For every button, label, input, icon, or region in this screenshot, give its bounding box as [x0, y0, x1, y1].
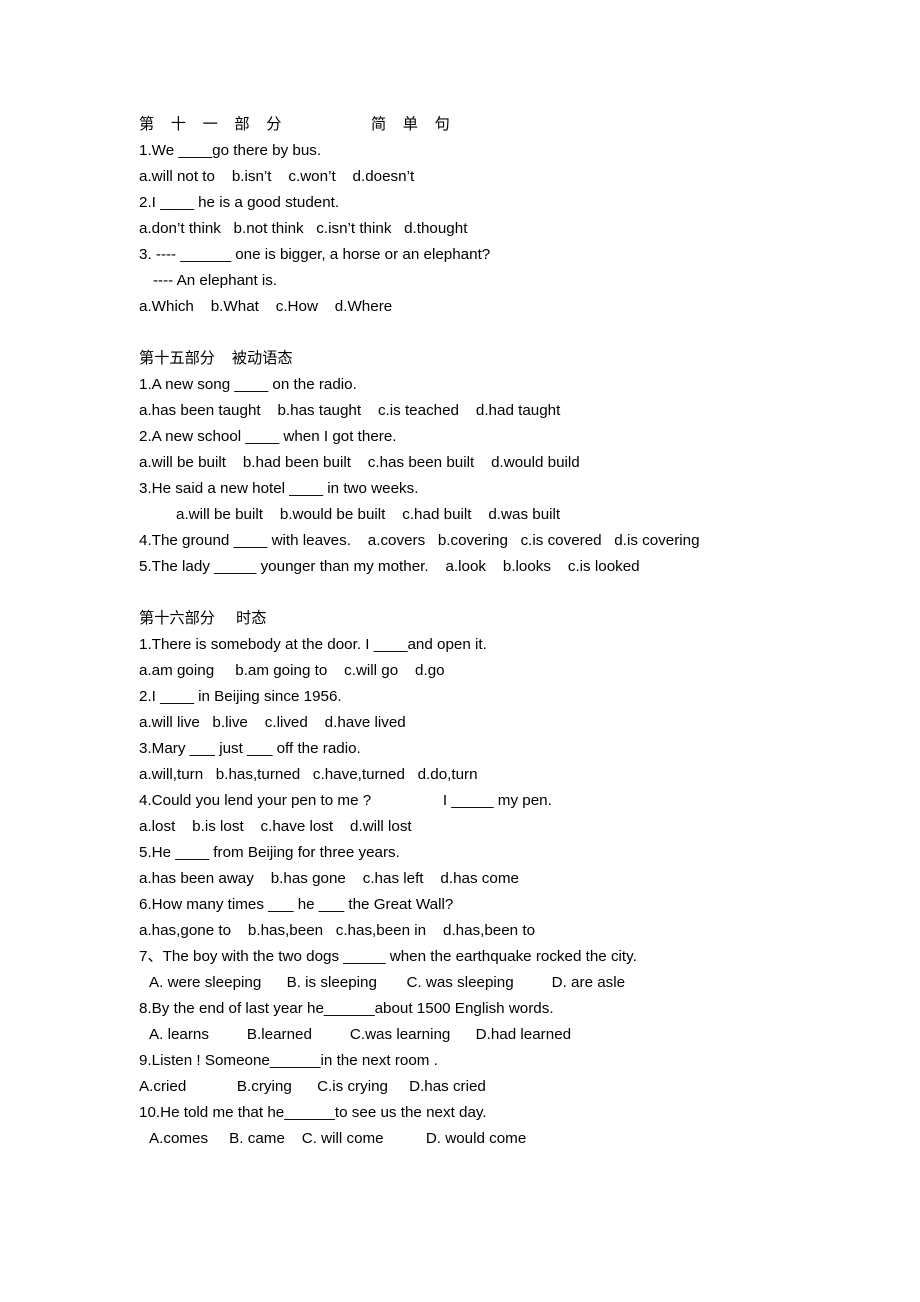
question-line: 1.A new song ____ on the radio. [139, 376, 357, 393]
question-line: a.will,turn b.has,turned c.have,turned d… [139, 766, 478, 783]
question-line: 2.I ____ he is a good student. [139, 194, 340, 211]
question-line: 3.He said a new hotel ____ in two weeks. [139, 480, 419, 497]
question-line: 4.Could you lend your pen to me ? I ____… [139, 792, 552, 809]
section-title: 第十六部分 时态 [139, 610, 267, 627]
question-line: 8.By the end of last year he______about … [139, 1000, 554, 1017]
question-line: a.will be built b.would be built c.had b… [176, 506, 561, 523]
question-line: a.will live b.live c.lived d.have lived [139, 714, 406, 731]
section-part-11: 第 十 一 部 分 简 单 句 1.We ____go there by bus.… [139, 112, 860, 320]
question-line: A. were sleeping B. is sleeping C. was s… [149, 974, 626, 991]
section-title: 第 十 一 部 分 简 单 句 [139, 116, 456, 133]
question-line: a.don’t think b.not think c.isn’t think … [139, 220, 468, 237]
question-line: 3. ---- ______ one is bigger, a horse or… [139, 246, 491, 263]
question-line: 6.How many times ___ he ___ the Great Wa… [139, 896, 454, 913]
question-line: a.has,gone to b.has,been c.has,been in d… [139, 922, 536, 939]
question-line: a.Which b.What c.How d.Where [139, 298, 393, 315]
document-body: 第 十 一 部 分 简 单 句 1.We ____go there by bus.… [139, 112, 860, 1152]
question-line: A.comes B. came C. will come D. would co… [149, 1130, 527, 1147]
question-line: 5.He ____ from Beijing for three years. [139, 844, 400, 861]
question-line: 4.The ground ____ with leaves. a.covers … [139, 532, 700, 549]
section-part-15: 第十五部分 被动语态 1.A new song ____ on the radio… [139, 346, 860, 580]
question-line: 10.He told me that he______to see us the… [139, 1104, 487, 1121]
question-line: a.lost b.is lost c.have lost d.will lost [139, 818, 412, 835]
question-line: 5.The lady _____ younger than my mother.… [139, 558, 640, 575]
section-part-16: 第十六部分 时态 1.There is somebody at the door.… [139, 606, 860, 1152]
section-title: 第十五部分 被动语态 [139, 350, 293, 367]
question-line: 1.There is somebody at the door. I ____a… [139, 636, 487, 653]
question-line: 1.We ____go there by bus. [139, 142, 322, 159]
question-line: A. learns B.learned C.was learning D.had… [149, 1026, 572, 1043]
question-line: a.am going b.am going to c.will go d.go [139, 662, 445, 679]
question-line: a.will be built b.had been built c.has b… [139, 454, 580, 471]
question-line: 3.Mary ___ just ___ off the radio. [139, 740, 361, 757]
question-line: 9.Listen ! Someone______in the next room… [139, 1052, 438, 1069]
question-line: 2.A new school ____ when I got there. [139, 428, 397, 445]
question-line: A.cried B.crying C.is crying D.has cried [139, 1078, 486, 1095]
question-line: 2.I ____ in Beijing since 1956. [139, 688, 342, 705]
document-page: 第 十 一 部 分 简 单 句 1.We ____go there by bus.… [0, 0, 920, 1302]
question-line: a.has been taught b.has taught c.is teac… [139, 402, 561, 419]
question-line: 7、The boy with the two dogs _____ when t… [139, 948, 637, 965]
question-line: ---- An elephant is. [153, 272, 278, 289]
question-line: a.will not to b.isn’t c.won’t d.doesn’t [139, 168, 415, 185]
question-line: a.has been away b.has gone c.has left d.… [139, 870, 519, 887]
